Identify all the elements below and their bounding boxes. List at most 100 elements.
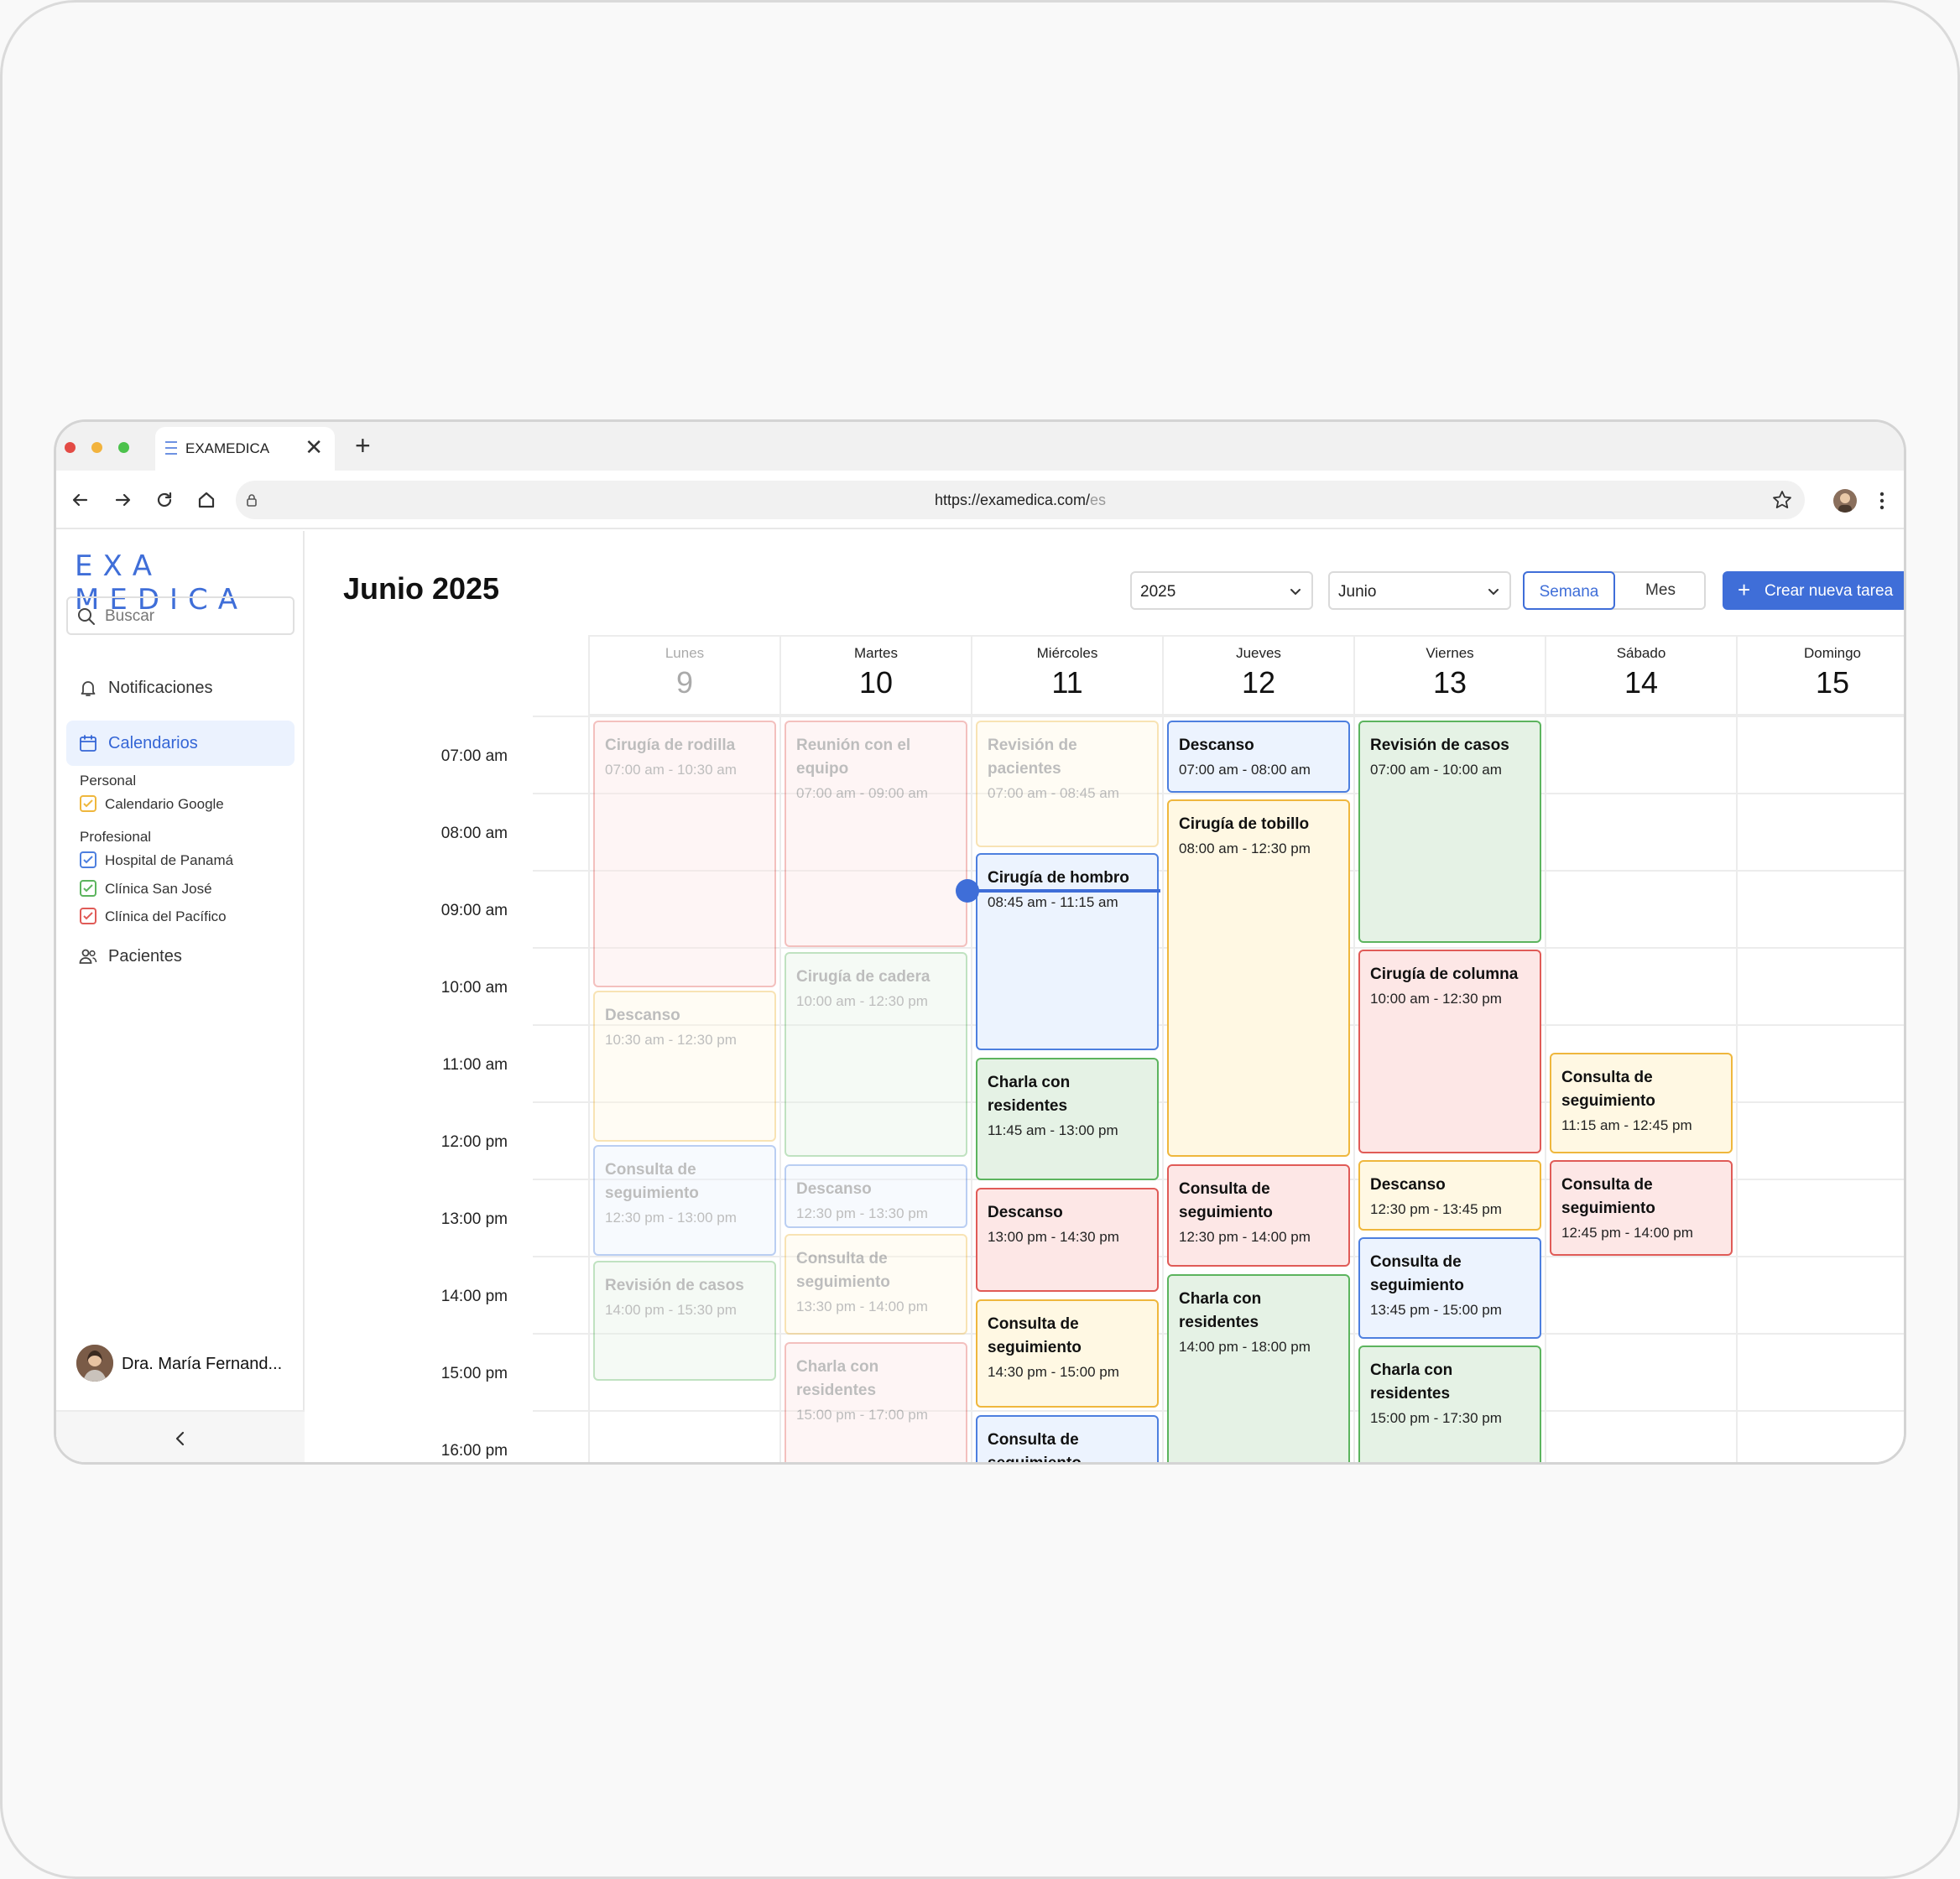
calendar-event[interactable]: Descanso 12:30 pm - 13:30 pm <box>785 1164 967 1229</box>
event-time: 14:30 pm - 15:00 pm <box>988 1364 1119 1380</box>
calendar-event[interactable]: Cirugía de tobillo 08:00 am - 12:30 pm <box>1167 799 1350 1158</box>
day-header[interactable]: Sábado 14 <box>1545 637 1736 714</box>
page-title: Junio 2025 <box>343 571 500 606</box>
day-header[interactable]: Jueves 12 <box>1162 637 1353 714</box>
week-grid: Lunes 9 Martes 10 Miércoles 11 Jueves 12 Viernes… <box>306 531 1904 1462</box>
calendar-event[interactable]: Descanso 10:30 am - 12:30 pm <box>593 991 776 1142</box>
calendar-event[interactable]: Descanso 13:00 pm - 14:30 pm <box>976 1187 1159 1293</box>
event-title: Consulta de seguimiento <box>988 1315 1082 1356</box>
back-arrow-icon[interactable] <box>68 487 93 513</box>
calendar-event[interactable]: Cirugía de hombro 08:45 am - 11:15 am <box>976 853 1159 1051</box>
close-window-dot[interactable] <box>65 442 76 453</box>
calendar-group-professional: Profesional <box>80 829 152 845</box>
maximize-window-dot[interactable] <box>118 442 129 453</box>
day-name: Viernes <box>1426 645 1474 661</box>
calendar-event[interactable]: Charla con residentes 15:00 pm - 17:00 pm <box>785 1341 967 1462</box>
calendar-event[interactable]: Revisión de pacientes 07:00 am - 08:45 am <box>976 721 1159 847</box>
day-name: Sábado <box>1616 645 1666 661</box>
event-time: 12:30 pm - 14:00 pm <box>1179 1229 1311 1245</box>
event-time: 07:00 am - 10:30 am <box>605 762 737 778</box>
calendar-event[interactable]: Consulta de seguimiento 13:30 pm - 14:00 … <box>785 1233 967 1335</box>
calendar-event[interactable]: Consulta de seguimiento 12:45 pm - 14:00 … <box>1550 1160 1733 1257</box>
checkbox-checked-icon[interactable] <box>80 851 96 868</box>
event-title: Descanso <box>1179 737 1254 754</box>
sidebar-item-patients[interactable]: Pacientes <box>66 934 295 979</box>
event-title: Charla con residentes <box>796 1357 879 1399</box>
event-title: Descanso <box>605 1007 680 1024</box>
calendar-event[interactable]: Consulta de seguimiento 12:30 pm - 13:00 … <box>593 1145 776 1257</box>
sidebar-item-notifications[interactable]: Notificaciones <box>66 665 295 710</box>
time-label: 10:00 am <box>440 979 508 997</box>
event-title: Cirugía de cadera <box>796 968 930 986</box>
user-profile[interactable]: Dra. María Fernand... <box>76 1345 295 1383</box>
day-header[interactable]: Viernes 13 <box>1353 637 1545 714</box>
calendar-event[interactable]: Reunión con el equipo 07:00 am - 09:00 am <box>785 721 967 948</box>
new-tab-icon[interactable]: + <box>355 430 371 461</box>
calendar-event[interactable]: Cirugía de cadera 10:00 am - 12:30 pm <box>785 952 967 1158</box>
day-name: Lunes <box>665 645 705 661</box>
checkbox-checked-icon[interactable] <box>80 908 96 924</box>
event-title: Charla con residentes <box>1370 1361 1453 1403</box>
sidebar-item-label: Pacientes <box>108 947 182 966</box>
chevron-down-icon <box>1488 589 1499 596</box>
calendar-event[interactable]: Consulta de seguimiento 13:45 pm - 15:00 … <box>1358 1237 1541 1339</box>
day-header[interactable]: Miércoles 11 <box>971 637 1162 714</box>
search-input[interactable] <box>105 605 281 628</box>
browser-profile-avatar[interactable] <box>1833 489 1857 513</box>
more-options-icon[interactable] <box>1879 489 1885 513</box>
calendar-event[interactable]: Cirugía de columna 10:00 am - 12:30 pm <box>1358 950 1541 1153</box>
calendar-event[interactable]: Consulta de seguimiento <box>976 1415 1159 1462</box>
calendar-event[interactable]: Charla con residentes 14:00 pm - 18:00 pm <box>1167 1273 1350 1462</box>
calendar-event[interactable]: Cirugía de rodilla 07:00 am - 10:30 am <box>593 721 776 987</box>
calendar-event[interactable]: Descanso 07:00 am - 08:00 am <box>1167 721 1350 794</box>
view-week-button[interactable]: Semana <box>1523 571 1615 610</box>
calendar-event[interactable]: Revisión de casos 07:00 am - 10:00 am <box>1358 721 1541 943</box>
checkbox-checked-icon[interactable] <box>80 880 96 897</box>
calendar-main: Lunes 9 Martes 10 Miércoles 11 Jueves 12 Viernes… <box>306 531 1904 1462</box>
calendar-event[interactable]: Revisión de casos 14:00 pm - 15:30 pm <box>593 1261 776 1382</box>
close-tab-icon[interactable]: ✕ <box>305 435 323 460</box>
event-title: Descanso <box>796 1180 872 1198</box>
event-time: 10:30 am - 12:30 pm <box>605 1032 737 1048</box>
event-title: Cirugía de rodilla <box>605 737 736 754</box>
create-task-button[interactable]: + Crear nueva tarea <box>1723 571 1904 610</box>
calendar-event[interactable]: Consulta de seguimiento 11:15 am - 12:45 … <box>1550 1052 1733 1153</box>
event-time: 12:45 pm - 14:00 pm <box>1561 1225 1693 1241</box>
url-text: https://examedica.com/es <box>236 492 1805 509</box>
bookmark-star-icon[interactable] <box>1771 489 1793 511</box>
event-time: 11:45 am - 13:00 pm <box>988 1122 1118 1139</box>
time-label: 14:00 pm <box>440 1288 508 1305</box>
month-select[interactable]: Junio <box>1328 571 1511 610</box>
day-header[interactable]: Martes 10 <box>779 637 971 714</box>
forward-arrow-icon[interactable] <box>110 487 135 513</box>
calendar-event[interactable]: Consulta de seguimiento 12:30 pm - 14:00 … <box>1167 1164 1350 1267</box>
calendar-event[interactable]: Charla con residentes 15:00 pm - 17:30 pm <box>1358 1345 1541 1462</box>
browser-tab[interactable]: EXAMEDICA ✕ <box>155 427 335 471</box>
year-select[interactable]: 2025 <box>1130 571 1313 610</box>
time-label: 12:00 pm <box>440 1133 508 1151</box>
calendar-event[interactable]: Descanso 12:30 pm - 13:45 pm <box>1358 1160 1541 1231</box>
reload-icon[interactable] <box>152 487 177 513</box>
home-icon[interactable] <box>194 487 219 513</box>
event-title: Charla con residentes <box>1179 1289 1262 1331</box>
calendar-event[interactable]: Charla con residentes 11:45 am - 13:00 pm <box>976 1058 1159 1180</box>
sidebar-item-calendars[interactable]: Calendarios <box>66 721 295 766</box>
create-task-label: Crear nueva tarea <box>1765 582 1894 600</box>
event-time: 15:00 pm - 17:30 pm <box>1370 1410 1502 1427</box>
user-name: Dra. María Fernand... <box>122 1355 283 1373</box>
day-gridline <box>1545 637 1546 1462</box>
minimize-window-dot[interactable] <box>91 442 102 453</box>
calendar-event[interactable]: Consulta de seguimiento 14:30 pm - 15:00 … <box>976 1299 1159 1408</box>
event-time: 13:30 pm - 14:00 pm <box>796 1298 928 1314</box>
url-field[interactable]: https://examedica.com/es <box>236 481 1805 519</box>
day-gridline <box>779 637 781 1462</box>
day-header[interactable]: Lunes 9 <box>588 637 779 714</box>
menu-lines-icon <box>165 441 177 455</box>
browser-window: EXAMEDICA ✕ + https://examedica.com/es E… <box>54 419 1906 1465</box>
collapse-sidebar-button[interactable] <box>56 1410 305 1462</box>
day-date: 15 <box>1815 665 1850 700</box>
checkbox-checked-icon[interactable] <box>80 795 96 812</box>
event-title: Consulta de seguimiento <box>796 1249 890 1291</box>
day-header[interactable]: Domingo 15 <box>1736 637 1904 714</box>
view-month-button[interactable]: Mes <box>1615 573 1706 608</box>
